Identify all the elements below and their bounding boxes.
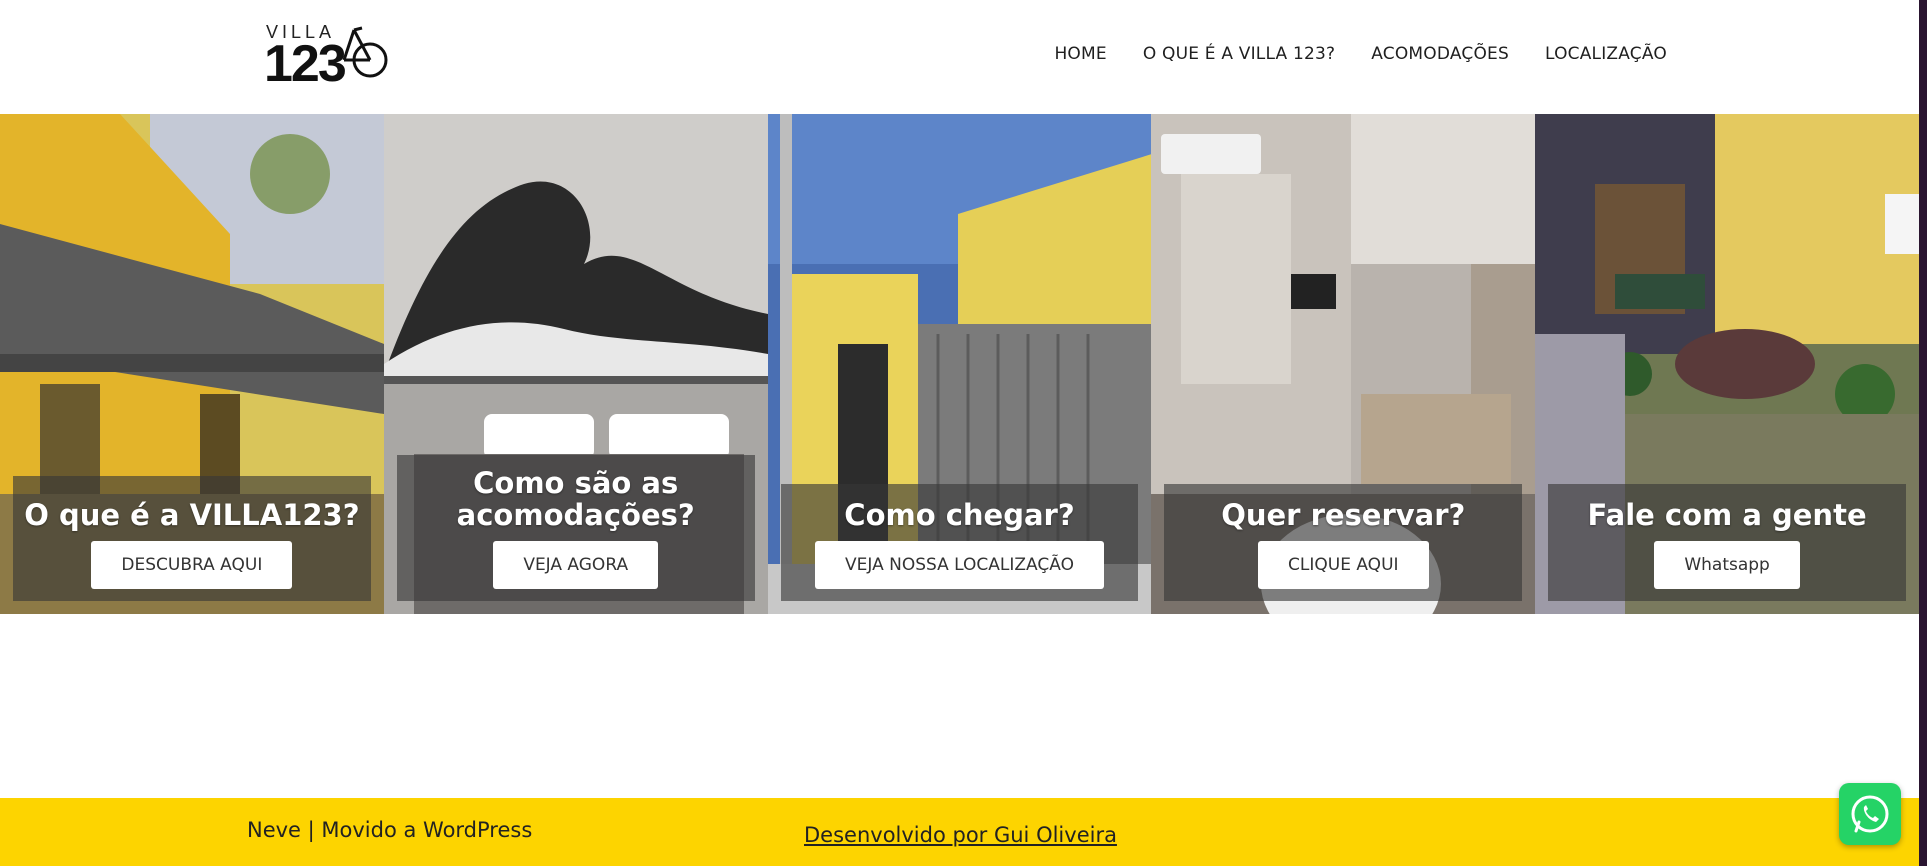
footer-credit[interactable]: Neve | Movido a WordPress [247,818,532,842]
site-header: VILLA 123 HOME O QUE É A VILLA 123? ACOM… [0,0,1919,114]
feature-panels: O que é a VILLA123? DESCUBRA AQUI Como s… [0,114,1919,614]
panel-title: Como são as acomodações? [456,466,695,532]
panel-caption: Como chegar? VEJA NOSSA LOCALIZAÇÃO [780,484,1139,601]
click-here-button[interactable]: CLIQUE AQUI [1258,541,1429,589]
panel-caption: Fale com a gente Whatsapp [1548,484,1906,601]
see-location-button[interactable]: VEJA NOSSA LOCALIZAÇÃO [815,541,1104,589]
panel-contact: Fale com a gente Whatsapp [1535,114,1919,614]
main-nav: HOME O QUE É A VILLA 123? ACOMODAÇÕES LO… [1054,44,1667,64]
nav-rooms[interactable]: ACOMODAÇÕES [1371,44,1509,64]
panel-caption: O que é a VILLA123? DESCUBRA AQUI [13,476,371,601]
site-logo[interactable]: VILLA 123 [262,20,388,90]
panel-location: Como chegar? VEJA NOSSA LOCALIZAÇÃO [767,114,1152,614]
whatsapp-icon [1851,795,1889,833]
panel-caption: Como são as acomodações? VEJA AGORA [396,455,755,601]
panel-title: Quer reservar? [1221,498,1466,532]
panel-rooms: Como são as acomodações? VEJA AGORA [383,114,768,614]
nav-home[interactable]: HOME [1054,44,1106,64]
developer-link[interactable]: Desenvolvido por Gui Oliveira [804,823,1117,847]
panel-title: Como chegar? [844,498,1075,532]
panel-booking: Quer reservar? CLIQUE AQUI [1151,114,1536,614]
bicycle-icon [342,26,388,78]
panel-title: O que é a VILLA123? [24,498,360,532]
nav-about[interactable]: O QUE É A VILLA 123? [1143,44,1335,64]
discover-button[interactable]: DESCUBRA AQUI [91,541,293,589]
site-footer: Neve | Movido a WordPress Desenvolvido p… [0,798,1919,866]
page-scrollbar[interactable] [1919,0,1927,866]
panel-caption: Quer reservar? CLIQUE AQUI [1164,484,1523,601]
whatsapp-chat-button[interactable] [1839,783,1901,845]
nav-location[interactable]: LOCALIZAÇÃO [1545,44,1667,64]
panel-title: Fale com a gente [1587,498,1867,532]
panel-about: O que é a VILLA123? DESCUBRA AQUI [0,114,384,614]
view-now-button[interactable]: VEJA AGORA [493,541,659,589]
whatsapp-button[interactable]: Whatsapp [1654,541,1800,589]
